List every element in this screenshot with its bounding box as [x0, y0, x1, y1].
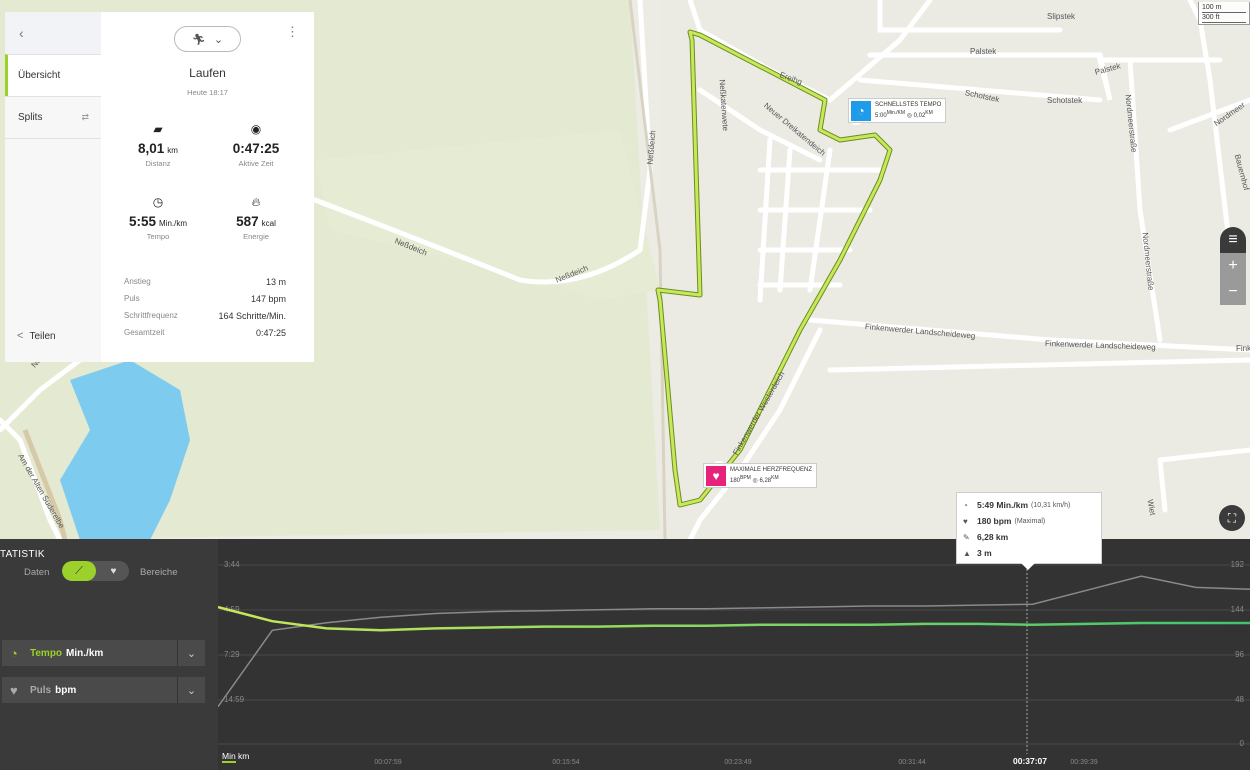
- x-tick: 00:31:44: [898, 759, 925, 766]
- chevron-down-icon: ⌄: [213, 33, 224, 46]
- x-tick: 00:39:39: [1070, 759, 1097, 766]
- detail-ascent: Anstieg 13 m: [124, 277, 286, 287]
- y-right-tick: 48: [1235, 695, 1244, 704]
- line-chart-icon[interactable]: ⟋: [62, 561, 96, 581]
- flame-icon: 🔥︎: [251, 194, 261, 209]
- detail-cadence: Schrittfrequenz 164 Schritte/Min.: [124, 311, 286, 321]
- map-controls: ≡ + −: [1220, 227, 1246, 305]
- y-right-tick: 0: [1240, 739, 1245, 748]
- stopwatch-icon: ◉: [250, 122, 262, 136]
- share-button[interactable]: < Teilen: [17, 330, 56, 342]
- y-right-tick: 96: [1235, 650, 1244, 659]
- tab-zones[interactable]: Bereiche: [140, 567, 178, 578]
- activity-title: Laufen: [189, 66, 226, 80]
- pencil-icon: ✎: [963, 532, 970, 542]
- layers-icon[interactable]: ≡: [1220, 227, 1246, 253]
- street-label: Schotstek: [1047, 96, 1083, 105]
- y-right-tick: 144: [1231, 605, 1245, 614]
- activity-date: Heute 18:17: [187, 88, 228, 97]
- mountain-icon: ▲: [963, 548, 971, 558]
- stat-pace: ◷ 5:55 Min./km Tempo: [108, 193, 208, 241]
- heart-icon: ♥: [10, 682, 18, 698]
- tab-data[interactable]: Daten: [24, 567, 49, 578]
- detail-total-time: Gesamtzeit 0:47:25: [124, 328, 286, 338]
- chart-tooltip: ◔ 5:49 Min./km (10,31 km/h) ♥ 180 bpm (Maxim…: [956, 492, 1102, 570]
- chart-mode-toggle[interactable]: ⟋ ♥: [62, 561, 129, 581]
- statistics-heading: TATISTIK: [0, 549, 45, 560]
- statistics-controls: TATISTIK Daten ⟋ ♥ Bereiche ◔ Tempo Min.…: [0, 539, 218, 770]
- tooltip-elevation: ▲ 3 m: [963, 548, 992, 558]
- stat-distance: ▰ 8,01 km Distanz: [108, 120, 208, 168]
- activity-summary-card: 🏃︎ ⌄ ⋮ Laufen Heute 18:17 ▰ 8,01 km Dista…: [101, 12, 314, 362]
- zoom-out-button[interactable]: −: [1220, 279, 1246, 305]
- more-menu-icon[interactable]: ⋮: [286, 24, 299, 40]
- nav-item-label: Übersicht: [18, 70, 61, 81]
- detail-heart-rate: Puls 147 bpm: [124, 294, 286, 304]
- tooltip-heart-rate: ♥ 180 bpm (Maximal): [963, 516, 1046, 526]
- y-left-tick: 3:44: [224, 560, 240, 569]
- x-tick: 00:37:07: [1013, 756, 1047, 766]
- ruler-icon: ▰: [153, 122, 163, 136]
- x-tick: 00:23:49: [724, 759, 751, 766]
- external-link-icon: ⇄: [81, 112, 89, 122]
- share-icon: <: [17, 330, 24, 342]
- tooltip-pace: ◔ 5:49 Min./km (10,31 km/h): [963, 500, 1071, 510]
- heart-zones-icon[interactable]: ♥: [98, 561, 129, 581]
- heart-icon: ♥: [963, 516, 968, 526]
- pace-heart-rate-chart[interactable]: 3:444:597:2914:591921449648000:07:59 00:1…: [218, 539, 1250, 770]
- speedometer-icon: ◷: [152, 195, 164, 209]
- speedometer-icon: ◔: [963, 500, 968, 510]
- running-icon: 🏃︎: [191, 33, 206, 46]
- y-left-tick: 7:29: [224, 650, 240, 659]
- share-label: Teilen: [29, 330, 56, 342]
- stat-energy: 🔥︎ 587 kcal Energie: [206, 193, 306, 242]
- y-right-tick: 192: [1231, 560, 1245, 569]
- y-left-tick: 14:59: [224, 695, 245, 704]
- nav-item-label: Splits: [18, 112, 43, 123]
- street-label: Fink: [1236, 344, 1250, 353]
- fullscreen-icon[interactable]: ⛶: [1219, 505, 1245, 531]
- street-label: Palstek: [970, 47, 997, 56]
- zoom-in-button[interactable]: +: [1220, 253, 1246, 279]
- metric-select-pace[interactable]: ◔ Tempo Min./km ⌄: [2, 640, 205, 666]
- side-nav: ‹ Übersicht Splits ⇄ < Teilen: [5, 12, 101, 362]
- max-heart-rate-marker[interactable]: ♥ MAXIMALE HERZFREQUENZ 180BPM ◎ 6,28KM: [703, 463, 818, 488]
- street-label: Slipstek: [1047, 12, 1076, 21]
- chevron-down-icon[interactable]: ⌄: [177, 640, 205, 666]
- stat-active-time: ◉ 0:47:25 Aktive Zeit: [206, 120, 306, 168]
- metric-select-heart-rate[interactable]: ♥ Puls bpm ⌄: [2, 677, 205, 703]
- poi-title: SCHNELLSTES TEMPO: [875, 102, 942, 108]
- x-unit-label: Min km: [222, 751, 249, 761]
- series-heart-rate: [218, 575, 1250, 708]
- chevron-down-icon[interactable]: ⌄: [177, 677, 205, 703]
- nav-item-overview[interactable]: Übersicht: [5, 54, 101, 96]
- x-tick: 00:07:59: [374, 759, 401, 766]
- speedometer-icon: ◔: [10, 645, 18, 661]
- x-tick: 00:15:54: [552, 759, 579, 766]
- back-button[interactable]: ‹: [5, 12, 101, 54]
- map-scale: 100 m 300 ft: [1198, 2, 1250, 25]
- statistics-panel: TATISTIK Daten ⟋ ♥ Bereiche ◔ Tempo Min.…: [0, 539, 1250, 770]
- divider: [5, 138, 101, 139]
- nav-item-splits[interactable]: Splits ⇄: [5, 96, 101, 138]
- tooltip-distance: ✎ 6,28 km: [963, 532, 1009, 542]
- fastest-pace-marker[interactable]: ◔ SCHNELLSTES TEMPO 5:00Min./KM ◎ 0,02KM: [848, 98, 947, 123]
- speedometer-icon: ◔: [851, 101, 871, 121]
- sport-selector[interactable]: 🏃︎ ⌄: [174, 26, 241, 52]
- poi-title: MAXIMALE HERZFREQUENZ: [730, 467, 813, 473]
- heart-icon: ♥: [706, 466, 726, 486]
